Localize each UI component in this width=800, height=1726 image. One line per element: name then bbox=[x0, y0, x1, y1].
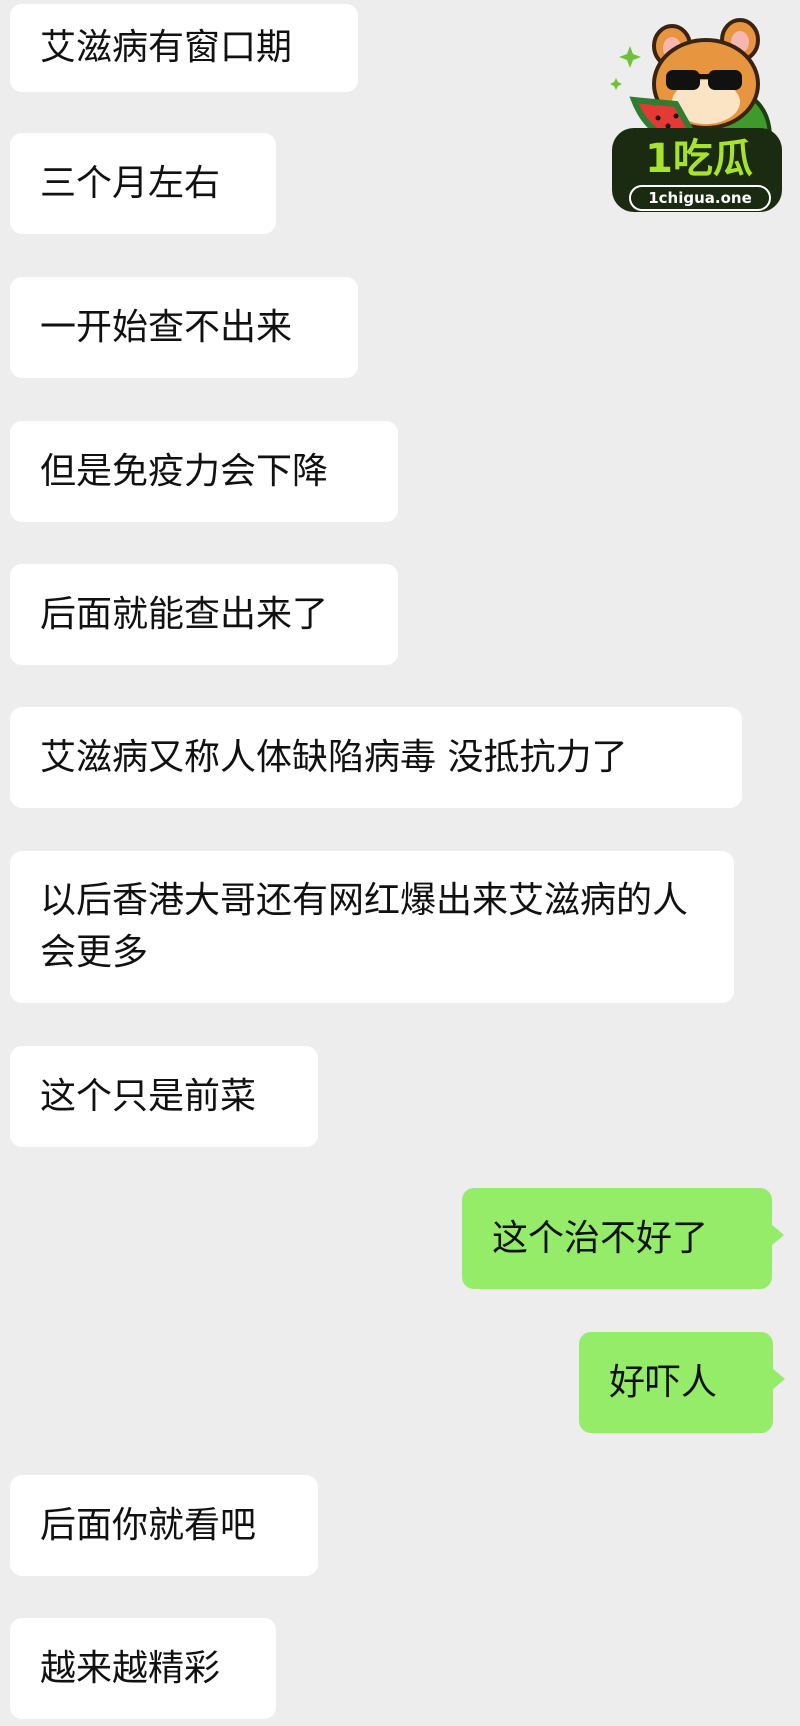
message-bubble-outgoing[interactable]: 这个治不好了 bbox=[462, 1188, 784, 1289]
message-text: 后面你就看吧 bbox=[40, 1504, 257, 1546]
watermark-logo: 1吃瓜 1chigua.one bbox=[610, 18, 788, 218]
message-bubble-incoming[interactable]: 越来越精彩 bbox=[10, 1618, 276, 1719]
message-bubble-outgoing[interactable]: 好吓人 bbox=[579, 1332, 785, 1433]
chat-area: 艾滋病有窗口期 三个月左右 一开始查不出来 但是免疫力会下降 后面就能查出来了 … bbox=[0, 0, 800, 1726]
message-bubble-incoming[interactable]: 这个只是前菜 bbox=[10, 1046, 318, 1147]
message-bubble-incoming[interactable]: 后面你就看吧 bbox=[10, 1475, 318, 1576]
message-text: 但是免疫力会下降 bbox=[40, 450, 329, 492]
message-text: 这个只是前菜 bbox=[40, 1075, 257, 1117]
message-text: 越来越精彩 bbox=[40, 1647, 221, 1689]
watermark-url: 1chigua.one bbox=[648, 189, 752, 207]
message-bubble-incoming[interactable]: 艾滋病又称人体缺陷病毒 没抵抗力了 bbox=[10, 707, 742, 808]
message-text: 后面就能查出来了 bbox=[40, 593, 329, 635]
message-bubble-incoming[interactable]: 但是免疫力会下降 bbox=[10, 421, 398, 522]
message-text: 艾滋病又称人体缺陷病毒 没抵抗力了 bbox=[40, 736, 628, 778]
message-text: 以后香港大哥还有网红爆出来艾滋病的人会更多 bbox=[40, 880, 689, 973]
message-bubble-incoming[interactable]: 一开始查不出来 bbox=[10, 277, 358, 378]
message-text: 好吓人 bbox=[609, 1361, 718, 1403]
message-bubble-incoming[interactable]: 后面就能查出来了 bbox=[10, 564, 398, 665]
message-text: 一开始查不出来 bbox=[40, 306, 293, 348]
message-text: 艾滋病有窗口期 bbox=[40, 27, 293, 68]
watermark-brand: 1吃瓜 bbox=[645, 136, 753, 182]
message-bubble-incoming[interactable]: 三个月左右 bbox=[10, 133, 276, 234]
message-text: 这个治不好了 bbox=[492, 1217, 709, 1259]
message-bubble-incoming[interactable]: 以后香港大哥还有网红爆出来艾滋病的人会更多 bbox=[10, 851, 734, 1003]
message-bubble-incoming[interactable]: 艾滋病有窗口期 bbox=[10, 4, 358, 92]
message-text: 三个月左右 bbox=[40, 162, 221, 204]
